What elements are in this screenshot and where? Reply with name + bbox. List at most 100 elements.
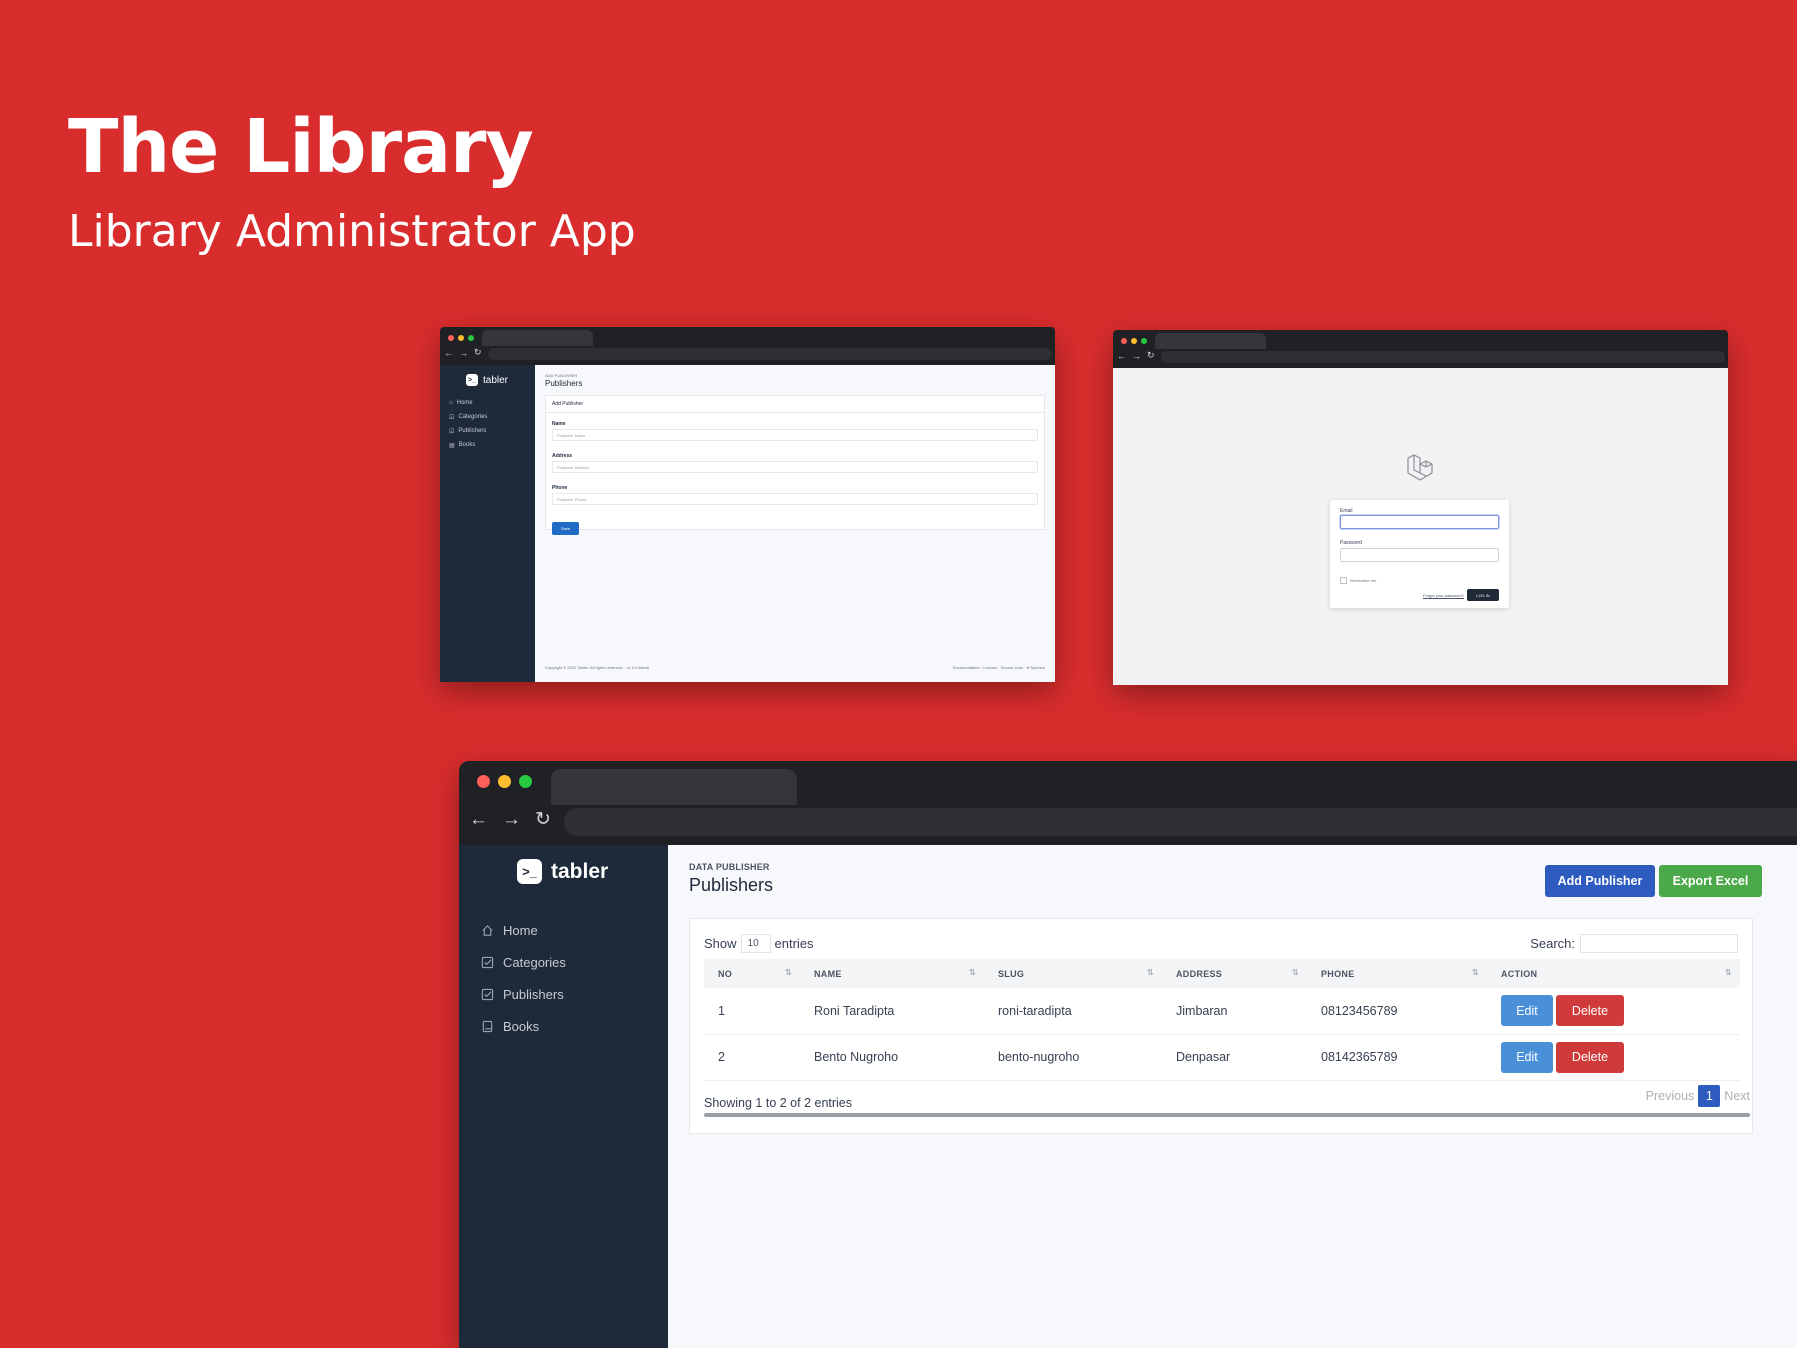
email-field[interactable]	[1340, 515, 1499, 529]
browser-chrome: ← → ↻	[1113, 330, 1728, 368]
sidebar-item-categories[interactable]: ☑ Categories	[449, 410, 487, 424]
sidebar-item-books[interactable]: ▤ Books	[449, 438, 487, 452]
nav-buttons: ← → ↻	[1117, 350, 1155, 361]
cell-action: Edit Delete	[1487, 1034, 1740, 1080]
back-arrow-icon[interactable]: ←	[469, 809, 488, 831]
address-field[interactable]: Publisher Address	[552, 461, 1038, 473]
export-excel-button[interactable]: Export Excel	[1659, 865, 1762, 897]
email-label: Email	[1340, 508, 1353, 514]
column-header-name[interactable]: NAME ⇅	[800, 959, 984, 988]
sort-icon: ⇅	[968, 968, 976, 977]
cell-phone: 08142365789	[1321, 1050, 1398, 1064]
add-publisher-card: Add Publisher Name Publisher Name Addres…	[545, 395, 1045, 535]
nav-buttons: ← → ↻	[444, 347, 482, 358]
browser-tab[interactable]	[482, 330, 593, 346]
table-header-row: NO ⇅ NAME ⇅ SLUG ⇅ ADDRESS ⇅ PHONE ⇅ ACTION ⇅	[704, 959, 1740, 988]
add-publisher-button[interactable]: Add Publisher	[1545, 865, 1655, 897]
laravel-logo-icon	[1407, 454, 1433, 481]
sidebar-item-books[interactable]: Books	[481, 1010, 566, 1042]
page-1-button[interactable]: 1	[1698, 1085, 1721, 1107]
password-field[interactable]	[1340, 548, 1499, 562]
sidebar-item-home[interactable]: Home	[481, 914, 566, 946]
address-bar[interactable]	[564, 808, 1797, 836]
book-icon: ▤	[449, 442, 455, 449]
home-icon: ⌂	[449, 400, 453, 406]
sort-icon: ⇅	[784, 968, 792, 977]
sort-icon: ⇅	[1724, 968, 1732, 977]
delete-button[interactable]: Delete	[1556, 995, 1624, 1027]
sidebar-menu: ⌂ Home ☑ Categories ☑ Publishers ▤ Books	[449, 396, 487, 452]
forward-arrow-icon[interactable]: →	[502, 809, 521, 831]
column-header-slug[interactable]: SLUG ⇅	[984, 959, 1162, 988]
phone-field[interactable]: Publisher Phone	[552, 493, 1038, 505]
footer: Copyright © 2022 Tabler. All rights rese…	[545, 665, 1045, 670]
page-pretitle: DATA PUBLISHER	[689, 862, 770, 872]
back-arrow-icon[interactable]: ←	[444, 348, 453, 358]
minimize-dot[interactable]	[458, 335, 464, 341]
login-card: Email Password Remember me Forgot your p…	[1330, 500, 1509, 608]
footer-links[interactable]: Documentation · License · Source code · …	[953, 665, 1045, 670]
column-header-action[interactable]: ACTION ⇅	[1487, 959, 1740, 988]
footer-copyright: Copyright © 2022 Tabler. All rights rese…	[545, 665, 649, 670]
cell-phone: 08123456789	[1321, 1003, 1398, 1018]
delete-button[interactable]: Delete	[1556, 1041, 1624, 1073]
previous-page-button[interactable]: Previous	[1646, 1089, 1695, 1103]
back-arrow-icon[interactable]: ←	[1117, 351, 1126, 361]
forward-arrow-icon[interactable]: →	[1132, 351, 1141, 361]
cell-name: Roni Taradipta	[814, 1003, 895, 1018]
address-label: Address	[552, 453, 573, 459]
column-label: NO	[718, 968, 733, 979]
sidebar-item-label: Books	[458, 442, 476, 448]
close-dot[interactable]	[1121, 338, 1127, 344]
sidebar-item-publishers[interactable]: Publishers	[481, 978, 566, 1010]
address-bar[interactable]	[1161, 351, 1725, 363]
brand[interactable]: >_ tabler	[517, 859, 608, 884]
search-input[interactable]	[1580, 934, 1738, 953]
remember-me[interactable]: Remember me	[1340, 577, 1376, 584]
sidebar-item-label: Categories	[503, 954, 566, 970]
save-button[interactable]: Save	[552, 522, 579, 535]
sidebar-item-categories[interactable]: Categories	[481, 946, 566, 978]
next-page-button[interactable]: Next	[1724, 1089, 1750, 1103]
reload-icon[interactable]: ↻	[474, 347, 482, 358]
browser-tab[interactable]	[551, 769, 797, 805]
forward-arrow-icon[interactable]: →	[459, 348, 468, 358]
close-dot[interactable]	[477, 775, 490, 788]
sidebar-item-publishers[interactable]: ☑ Publishers	[449, 424, 487, 438]
maximize-dot[interactable]	[468, 335, 474, 341]
minimize-dot[interactable]	[1131, 338, 1137, 344]
horizontal-scrollbar[interactable]	[704, 1113, 1750, 1117]
nav-buttons: ← → ↻	[469, 808, 551, 831]
tabler-logo-icon: >_	[466, 374, 478, 386]
edit-button[interactable]: Edit	[1501, 1041, 1553, 1073]
reload-icon[interactable]: ↻	[535, 808, 551, 831]
maximize-dot[interactable]	[519, 775, 532, 788]
browser-chrome: ← → ↻	[459, 761, 1797, 845]
column-label: SLUG	[998, 968, 1025, 979]
main-content: ADD PUBLISHER Publishers Add Publisher N…	[535, 365, 1055, 682]
brand-name: tabler	[483, 374, 509, 386]
remember-checkbox[interactable]	[1340, 577, 1347, 584]
column-header-address[interactable]: ADDRESS ⇅	[1162, 959, 1307, 988]
reload-icon[interactable]: ↻	[1147, 350, 1155, 361]
name-field[interactable]: Publisher Name	[552, 429, 1038, 441]
login-button[interactable]: LOG IN	[1467, 589, 1499, 601]
pagination: Previous 1 Next	[1646, 1085, 1750, 1107]
address-bar[interactable]	[488, 348, 1052, 360]
column-header-no[interactable]: NO ⇅	[704, 959, 800, 988]
forgot-password-link[interactable]: Forgot your password?	[1423, 593, 1464, 598]
close-dot[interactable]	[448, 335, 454, 341]
minimize-dot[interactable]	[498, 775, 511, 788]
maximize-dot[interactable]	[1141, 338, 1147, 344]
brand-name: tabler	[551, 859, 609, 883]
column-header-phone[interactable]: PHONE ⇅	[1307, 959, 1487, 988]
sidebar-item-label: Home	[503, 922, 538, 938]
edit-button[interactable]: Edit	[1501, 995, 1553, 1027]
browser-tab[interactable]	[1155, 333, 1266, 349]
entries-label: entries	[774, 936, 814, 951]
login-window: ← → ↻ Email Password Remember me Forgot …	[1113, 330, 1728, 685]
sidebar-item-home[interactable]: ⌂ Home	[449, 396, 487, 410]
brand[interactable]: >_ tabler	[466, 374, 508, 386]
password-label: Password	[1340, 540, 1362, 546]
entries-select[interactable]: 10	[740, 934, 771, 953]
